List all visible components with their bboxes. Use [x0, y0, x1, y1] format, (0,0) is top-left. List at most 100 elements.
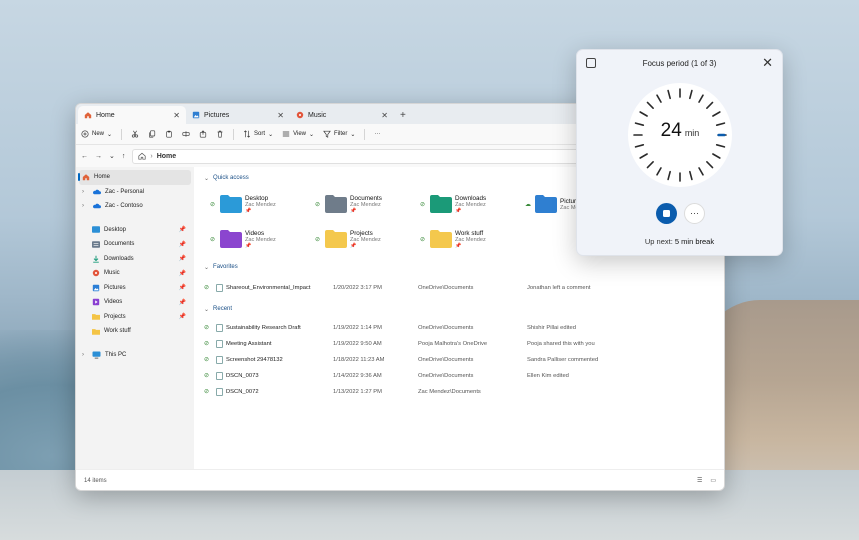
- forward-arrow-icon[interactable]: →: [95, 153, 102, 160]
- dial-tick: [706, 101, 714, 109]
- dial-tick: [667, 89, 671, 100]
- pin-icon: 📌: [178, 299, 186, 306]
- up-next-prefix: Up next:: [644, 237, 673, 246]
- recent-locations-chevron-icon[interactable]: ⌄: [109, 152, 115, 160]
- folder-name: Desktop: [245, 194, 269, 202]
- item-count: 14 items: [84, 477, 107, 484]
- quick-access-item[interactable]: ⊘ Documents Zac Mendez 📌: [315, 189, 420, 219]
- dial-tick: [706, 161, 714, 169]
- chevron-right-icon[interactable]: ›: [82, 189, 88, 195]
- sidebar-item-videos[interactable]: Videos 📌: [76, 295, 194, 310]
- file-row[interactable]: ⊘ DSCN_0073 1/14/2022 9:36 AM OneDrive\Docu…: [204, 368, 714, 384]
- music-folder-icon: [92, 269, 100, 277]
- tab-home[interactable]: Home ✕: [78, 106, 186, 124]
- share-icon[interactable]: [199, 130, 207, 138]
- up-arrow-icon[interactable]: ↑: [122, 153, 126, 160]
- quick-access-item[interactable]: ⊘ Videos Zac Mendez 📌: [210, 224, 315, 254]
- file-location: OneDrive\Documents: [418, 357, 474, 363]
- quick-access-item[interactable]: ⊘ Downloads Zac Mendez 📌: [420, 189, 525, 219]
- chevron-down-icon: ⌄: [204, 175, 210, 182]
- file-row[interactable]: ⊘ Screenshot 29478132 1/18/2022 11:23 AM On…: [204, 352, 714, 368]
- sync-status-icon: ⊘: [315, 236, 321, 243]
- chevron-right-icon[interactable]: ›: [82, 203, 88, 209]
- add-tab-button[interactable]: +: [394, 106, 412, 124]
- file-icon: [216, 388, 223, 396]
- folder-icon: [220, 195, 242, 213]
- sidebar-item-label: Documents: [104, 241, 135, 248]
- favorites-header[interactable]: ⌄ Favorites: [204, 260, 714, 274]
- copy-icon[interactable]: [148, 130, 156, 138]
- sidebar-item-music[interactable]: Music 📌: [76, 266, 194, 281]
- dial-tick: [634, 144, 645, 148]
- quick-access-item[interactable]: ⊘ Desktop Zac Mendez 📌: [210, 189, 315, 219]
- paste-icon[interactable]: [165, 130, 173, 138]
- more-options-button[interactable]: ···: [374, 131, 380, 137]
- chevron-down-icon: ⌄: [350, 131, 356, 138]
- tab-music[interactable]: Music ✕: [290, 106, 394, 124]
- sidebar-item-documents[interactable]: Documents 📌: [76, 237, 194, 252]
- dial-tick: [667, 170, 671, 181]
- rename-icon[interactable]: [182, 130, 190, 138]
- sync-status-icon: ⊘: [420, 236, 426, 243]
- sync-status-icon: ⊘: [204, 341, 209, 347]
- sidebar-item-this-pc[interactable]: › This PC: [76, 348, 194, 363]
- tiles-view-icon[interactable]: ▭: [710, 477, 716, 484]
- sync-status-icon: ⊘: [204, 325, 209, 331]
- pin-icon: 📌: [178, 285, 186, 292]
- delete-icon[interactable]: [216, 130, 224, 138]
- folder-owner: Zac Mendez: [350, 236, 381, 243]
- file-row[interactable]: ⊘ Shareout_Environmental_Impact 1/20/2022 …: [204, 280, 714, 296]
- stop-button[interactable]: [656, 203, 677, 224]
- pin-icon: 📌: [245, 242, 252, 249]
- back-arrow-icon[interactable]: ←: [81, 153, 88, 160]
- sidebar-item-pictures[interactable]: Pictures 📌: [76, 281, 194, 296]
- folder-name: Documents: [350, 194, 382, 202]
- dial-tick: [646, 101, 654, 109]
- sidebar-item-zac-personal[interactable]: › Zac - Personal: [76, 185, 194, 200]
- cut-icon[interactable]: [131, 130, 139, 138]
- chevron-right-icon[interactable]: ›: [82, 352, 88, 358]
- view-button[interactable]: View ⌄: [282, 130, 314, 138]
- dial-tick: [689, 170, 693, 181]
- stop-icon: [663, 210, 670, 217]
- file-row[interactable]: ⊘ DSCN_0072 1/13/2022 1:27 PM Zac Mendez\Do…: [204, 384, 714, 400]
- quick-access-item[interactable]: ⊘ Projects Zac Mendez 📌: [315, 224, 420, 254]
- sidebar-item-downloads[interactable]: Downloads 📌: [76, 252, 194, 267]
- breadcrumb-chevron-icon: ›: [150, 152, 153, 160]
- file-icon: [216, 372, 223, 380]
- sidebar-item-home[interactable]: Home: [78, 170, 191, 185]
- tab-label: Pictures: [204, 111, 230, 119]
- file-icon: [216, 356, 223, 364]
- more-options-button[interactable]: ···: [684, 203, 705, 224]
- file-row[interactable]: ⊘ Sustainability Research Draft 1/19/2022 …: [204, 320, 714, 336]
- status-bar: 14 items ☰ ▭: [76, 469, 724, 490]
- file-row[interactable]: ⊘ Meeting Assistant 1/19/2022 9:50 AM Pooja…: [204, 336, 714, 352]
- sidebar-item-zac-contoso[interactable]: › Zac - Contoso: [76, 199, 194, 214]
- sort-label: Sort: [254, 131, 266, 137]
- file-activity: Ellen Kim edited: [527, 373, 569, 379]
- new-button[interactable]: New ⌄: [81, 130, 112, 138]
- this-pc-icon: [92, 351, 101, 359]
- tab-pictures[interactable]: Pictures ✕: [186, 106, 290, 124]
- quick-access-item[interactable]: ⊘ Work stuff Zac Mendez 📌: [420, 224, 525, 254]
- folder-icon: [535, 195, 557, 213]
- details-view-icon[interactable]: ☰: [697, 477, 702, 484]
- folder-icon: [92, 328, 100, 335]
- breadcrumb-home[interactable]: Home: [157, 153, 176, 160]
- sidebar-item-work-stuff[interactable]: Work stuff: [76, 324, 194, 339]
- close-tab-icon[interactable]: ✕: [173, 111, 180, 120]
- close-tab-icon[interactable]: ✕: [277, 111, 284, 120]
- sync-status-icon: ⊘: [204, 373, 209, 379]
- sort-button[interactable]: Sort ⌄: [243, 130, 273, 138]
- sync-status-icon: ⊘: [210, 201, 216, 208]
- sync-status-icon: ⊘: [420, 201, 426, 208]
- desktop-folder-icon: [92, 226, 100, 233]
- filter-button[interactable]: Filter ⌄: [323, 130, 355, 138]
- sidebar-item-desktop[interactable]: Desktop 📌: [76, 223, 194, 238]
- chevron-down-icon: ⌄: [268, 131, 274, 138]
- sidebar-item-projects[interactable]: Projects 📌: [76, 310, 194, 325]
- close-icon[interactable]: ✕: [762, 55, 773, 71]
- recent-header[interactable]: ⌄ Recent: [204, 302, 714, 316]
- close-tab-icon[interactable]: ✕: [381, 111, 388, 120]
- folder-icon: [325, 230, 347, 248]
